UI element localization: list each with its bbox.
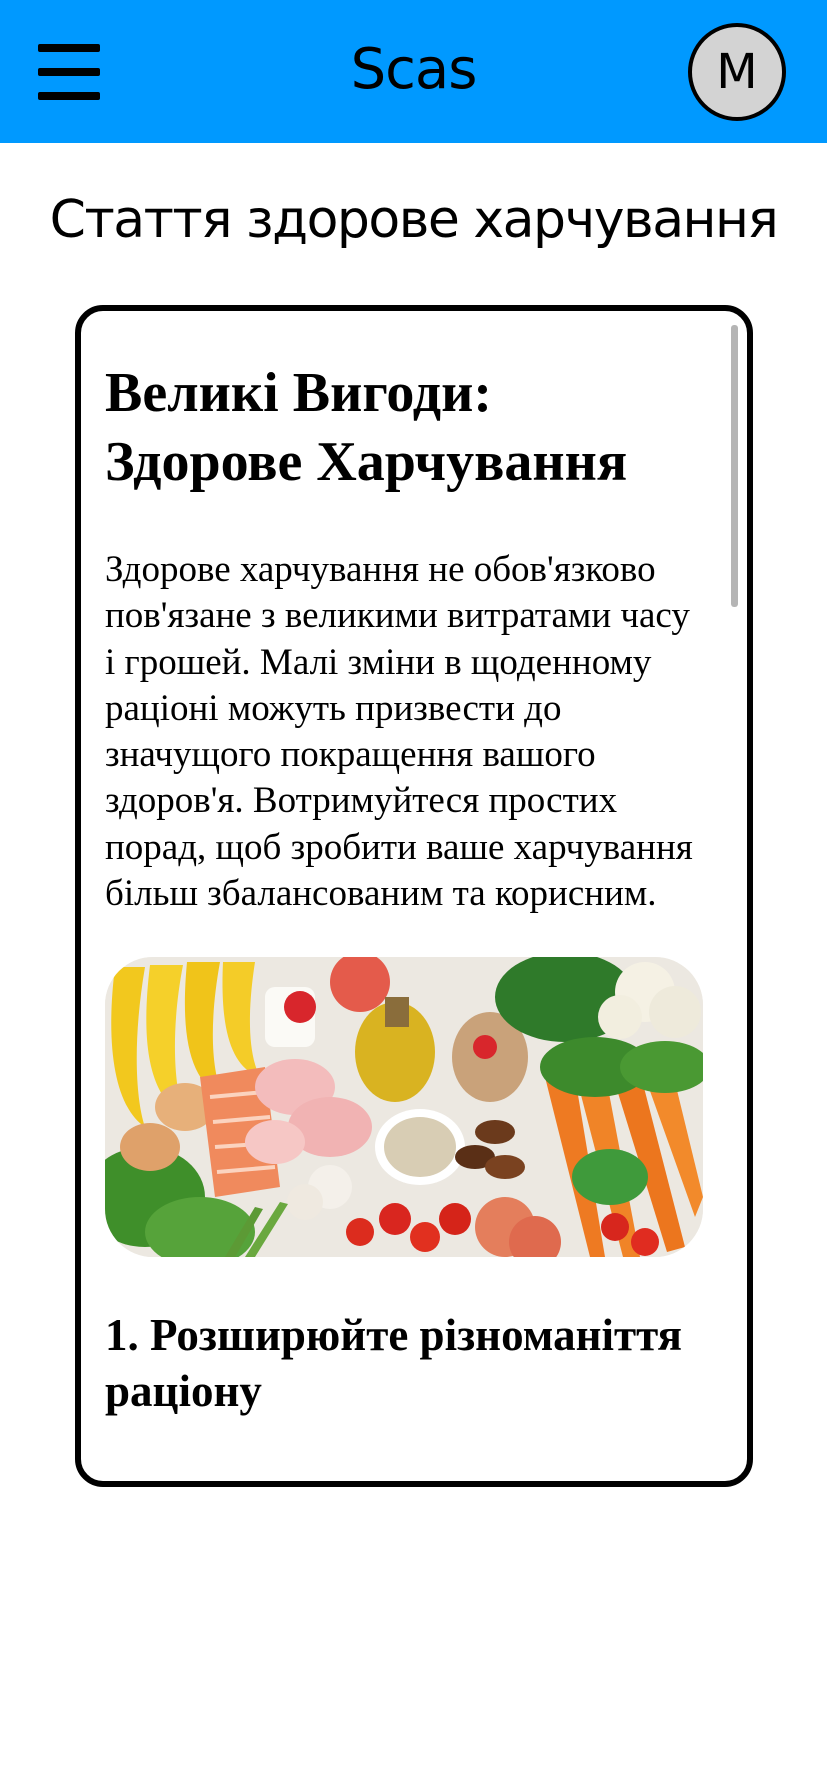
article-card[interactable]: Великі Вигоди: Здорове Харчування Здоров… <box>75 305 753 1487</box>
page-title: Стаття здорове харчування <box>49 190 779 250</box>
section-title: 1. Розширюйте різноманіття раціону <box>105 1310 682 1417</box>
user-avatar-button[interactable]: M <box>688 23 786 121</box>
scrollbar-thumb[interactable] <box>731 325 738 607</box>
healthy-food-image <box>105 957 703 1258</box>
top-app-bar: Scas M <box>0 0 827 143</box>
food-illustration <box>105 957 703 1258</box>
article-intro-text: Здорове харчування не обов'язково пов'яз… <box>105 549 693 915</box>
article-scroll-area[interactable]: Великі Вигоди: Здорове Харчування Здоров… <box>81 311 747 1481</box>
article-title: Великі Вигоди: Здорове Харчування <box>105 362 628 493</box>
